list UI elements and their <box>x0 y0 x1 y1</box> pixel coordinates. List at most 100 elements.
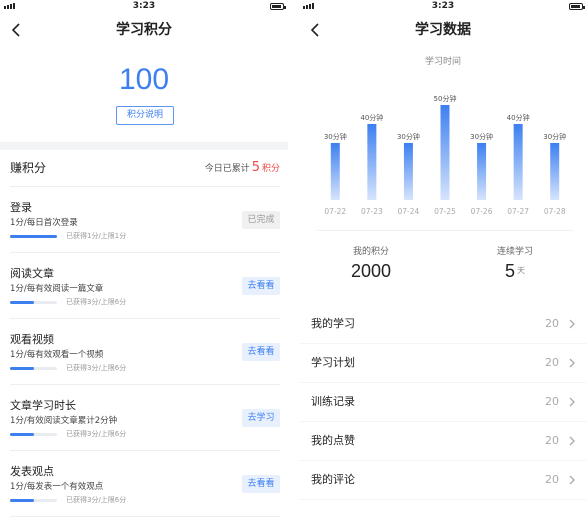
menu-item[interactable]: 训练记录 20 <box>299 383 587 421</box>
task-description: 1分/每有效观看一个视频 <box>10 350 104 360</box>
battery-icon <box>569 3 585 10</box>
menu-item[interactable]: 学习计划 20 <box>299 344 587 382</box>
my-points-value: 2000 <box>350 261 392 281</box>
task-row: 文章学习时长 1分/有效阅读文章累计2分钟已获得3分/上限6分 去学习 <box>10 385 280 451</box>
task-progress-bar <box>10 499 57 502</box>
streak-stat: 连续学习 5天 <box>443 246 587 282</box>
chevron-right-icon <box>569 319 575 329</box>
task-action-button[interactable]: 去看看 <box>242 475 280 493</box>
task-progress-bar <box>10 433 57 436</box>
menu-item-label: 我的点赞 <box>311 434 355 447</box>
bar-value-label: 30分钟 <box>397 132 420 141</box>
task-action-button[interactable]: 去看看 <box>242 277 280 295</box>
menu-item-label: 训练记录 <box>311 395 355 408</box>
streak-value-row: 5天 <box>443 260 587 282</box>
x-tick-label: 07-27 <box>507 207 529 216</box>
task-description: 1分/有效阅读文章累计2分钟 <box>10 416 118 426</box>
menu-item-count: 20 <box>545 317 559 330</box>
chart-bar <box>330 143 340 200</box>
nav-bar: 学习积分 <box>0 14 288 46</box>
nav-bar: 学习数据 <box>299 14 587 46</box>
battery-icon <box>270 3 286 10</box>
task-progress-bar <box>10 235 57 238</box>
today-points-unit: 积分 <box>261 164 280 174</box>
menu-item[interactable]: 我的学习 20 <box>299 305 587 343</box>
menu-item-label: 我的学习 <box>311 317 355 330</box>
task-name: 登录 <box>10 201 32 214</box>
chart-bar <box>550 143 560 200</box>
menu-item-label: 学习计划 <box>311 356 355 369</box>
bar-value-label: 50分钟 <box>434 94 457 103</box>
study-data-screen: 3:23 学习数据 学习时间 30分钟 07-22 40分钟 07-23 30分钟 07-… <box>299 0 587 517</box>
x-tick-label: 07-22 <box>324 207 346 216</box>
task-progress-fill <box>10 367 34 370</box>
chevron-right-icon <box>569 397 575 407</box>
bar-value-label: 30分钟 <box>324 132 347 141</box>
task-row: 阅读文章 1分/每有效阅读一篇文章已获得3分/上限6分 去看看 <box>10 253 280 319</box>
chart-bar <box>477 143 487 200</box>
page-title: 学习数据 <box>415 22 471 38</box>
task-action-button[interactable]: 去学习 <box>242 409 280 427</box>
menu-item[interactable]: 我的点赞 20 <box>299 422 587 460</box>
chart-title: 学习时间 <box>424 57 461 67</box>
task-description: 1分/每发表一个有效观点 <box>10 482 104 492</box>
points-screen: 3:23 学习积分 100 积分说明 赚积分 今日已累计 5 积分 登录 1分/每日首… <box>0 0 288 517</box>
today-points-prefix: 今日已累计 <box>204 164 250 174</box>
profile-menu: 我的学习 20 学习计划 20 训练记录 20 我的点赞 20 我的评论 20 <box>299 305 587 500</box>
menu-item-count: 20 <box>545 434 559 447</box>
task-name: 发表观点 <box>10 465 54 478</box>
screen-gap <box>288 0 299 517</box>
task-progress-bar <box>10 301 57 304</box>
task-progress-fill <box>10 499 34 502</box>
my-points-stat: 我的积分 2000 <box>299 246 443 282</box>
menu-item[interactable]: 我的评论 20 <box>299 461 587 499</box>
chevron-right-icon <box>569 358 575 368</box>
task-action-button[interactable]: 去看看 <box>242 343 280 361</box>
task-progress-text: 已获得3分/上限6分 <box>66 430 127 438</box>
status-time: 3:23 <box>132 1 156 11</box>
task-name: 文章学习时长 <box>10 399 76 412</box>
task-progress-fill <box>10 433 34 436</box>
streak-label: 连续学习 <box>496 247 533 257</box>
task-progress-text: 已获得3分/上限6分 <box>66 364 127 372</box>
x-tick-label: 07-28 <box>544 207 566 216</box>
chart-bar <box>440 105 450 200</box>
task-progress-text: 已获得3分/上限6分 <box>66 298 127 306</box>
points-explanation-button[interactable]: 积分说明 <box>116 106 174 125</box>
today-points-summary: 今日已累计 5 积分 <box>205 160 280 177</box>
chevron-right-icon <box>569 436 575 446</box>
earn-points-heading: 赚积分 <box>10 161 47 175</box>
task-row: 观看视频 1分/每有效观看一个视频已获得3分/上限6分 去看看 <box>10 319 280 385</box>
status-time: 3:23 <box>431 1 455 11</box>
chart-bar <box>367 124 377 200</box>
streak-unit: 天 <box>517 266 525 275</box>
bar-value-label: 40分钟 <box>507 113 530 122</box>
task-progress-text: 已获得1分/上限1分 <box>66 232 127 240</box>
task-action-button: 已完成 <box>242 211 280 229</box>
task-description: 1分/每有效阅读一篇文章 <box>10 284 104 294</box>
streak-value: 5 <box>504 261 515 281</box>
status-bar: 3:23 <box>299 0 587 12</box>
study-time-chart: 30分钟 07-22 40分钟 07-23 30分钟 07-24 50分钟 07-25 30分钟… <box>324 94 566 216</box>
menu-item-count: 20 <box>545 356 559 369</box>
task-progress-fill <box>10 235 57 238</box>
chart-bar <box>513 124 523 200</box>
bar-value-label: 30分钟 <box>543 132 566 141</box>
x-tick-label: 07-24 <box>398 207 420 216</box>
task-name: 观看视频 <box>10 333 54 346</box>
task-progress-fill <box>10 301 34 304</box>
menu-item-count: 20 <box>545 395 559 408</box>
status-bar: 3:23 <box>0 0 288 12</box>
x-tick-label: 07-23 <box>361 207 383 216</box>
task-description: 1分/每日首次登录 <box>10 218 78 228</box>
task-progress-text: 已获得3分/上限6分 <box>66 496 127 504</box>
bar-value-label: 40分钟 <box>360 113 383 122</box>
task-name: 阅读文章 <box>10 267 54 280</box>
menu-item-label: 我的评论 <box>311 473 355 486</box>
section-divider <box>0 142 288 150</box>
x-tick-label: 07-26 <box>471 207 493 216</box>
menu-item-count: 20 <box>545 473 559 486</box>
divider <box>317 230 573 231</box>
page-title: 学习积分 <box>116 22 172 38</box>
x-tick-label: 07-25 <box>434 207 456 216</box>
